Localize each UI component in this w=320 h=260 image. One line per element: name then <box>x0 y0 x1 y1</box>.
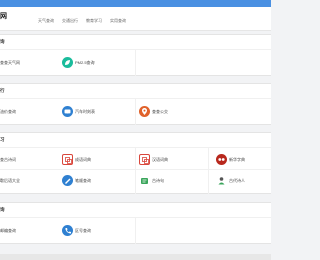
divider <box>208 147 209 194</box>
poet-icon <box>216 175 227 186</box>
item-bus-schedule[interactable]: 汽车时刻表 <box>62 106 122 118</box>
divider <box>135 217 136 244</box>
phone-icon <box>62 225 73 236</box>
item-label: 查古诗词 <box>0 157 16 162</box>
browser-top-bar <box>0 0 271 7</box>
poem-icon <box>139 175 150 186</box>
section-utility: 询 邮编查询 区号查询 <box>0 202 271 244</box>
item-label: 笔顺查询 <box>75 178 91 183</box>
item-label: 新华字典 <box>229 157 245 162</box>
item-ancient-poems[interactable]: 查古诗词 <box>0 154 60 166</box>
item-label: PM2.5查询 <box>75 60 95 65</box>
item-label: 成语词典 <box>75 157 91 162</box>
section-weather: 询 查查天气网 PM2.5查询 <box>0 34 271 76</box>
nav-utility[interactable]: 实用查询 <box>110 18 126 24</box>
item-ancient-poets[interactable]: 古代诗人 <box>216 175 271 187</box>
dictionary-icon <box>139 154 150 165</box>
item-label: 汉语词典 <box>152 157 168 162</box>
divider <box>135 49 136 76</box>
item-postcode[interactable]: 邮编查询 <box>0 225 60 237</box>
item-proverbs[interactable]: 歇后语大全 <box>0 175 60 187</box>
item-label: 油价查询 <box>0 109 16 114</box>
nav-transport[interactable]: 交通出行 <box>62 18 78 24</box>
item-oil-price[interactable]: 油价查询 <box>0 106 60 118</box>
item-label: 古代诗人 <box>229 178 245 183</box>
bottom-bar <box>0 254 271 260</box>
section-title: 询 <box>0 207 5 212</box>
section-title: 询 <box>0 39 5 44</box>
item-label: 汽车时刻表 <box>75 109 95 114</box>
divider <box>135 147 136 194</box>
item-label: 区号查询 <box>75 228 91 233</box>
car-icon <box>62 106 73 117</box>
nav-weather[interactable]: 天气查询 <box>38 18 54 24</box>
item-pm25[interactable]: PM2.5查询 <box>62 57 122 69</box>
item-stroke-order[interactable]: 笔顺查询 <box>62 175 122 187</box>
location-pin-icon <box>139 106 150 117</box>
site-header: 网 天气查询 交通出行 教育学习 实用查询 <box>0 7 271 31</box>
pen-icon <box>62 175 73 186</box>
section-transport: 行 油价查询 汽车时刻表 查查公交 <box>0 83 271 125</box>
item-xinhua-dictionary[interactable]: 新华字典 <box>216 154 271 166</box>
divider <box>135 98 136 125</box>
section-education: 习 查古诗词 成语词典 汉语词典 新华字典 歇后语大全 笔顺查询 古诗句 古代诗… <box>0 132 271 194</box>
item-chinese-dictionary[interactable]: 汉语词典 <box>139 154 199 166</box>
item-poem-lines[interactable]: 古诗句 <box>139 175 199 187</box>
character-book-icon <box>216 154 227 165</box>
main-nav: 天气查询 交通出行 教育学习 实用查询 <box>0 18 271 28</box>
item-label: 查查公交 <box>152 109 168 114</box>
item-area-code[interactable]: 区号查询 <box>62 225 122 237</box>
item-idiom-dictionary[interactable]: 成语词典 <box>62 154 122 166</box>
book-icon <box>62 154 73 165</box>
leaf-icon <box>62 57 73 68</box>
item-label: 歇后语大全 <box>0 178 20 183</box>
item-label: 古诗句 <box>152 178 164 183</box>
section-title: 习 <box>0 137 5 142</box>
item-weather-site[interactable]: 查查天气网 <box>0 57 60 69</box>
item-bus-route[interactable]: 查查公交 <box>139 106 199 118</box>
item-label: 邮编查询 <box>0 228 16 233</box>
nav-education[interactable]: 教育学习 <box>86 18 102 24</box>
section-title: 行 <box>0 88 5 93</box>
item-label: 查查天气网 <box>0 60 20 65</box>
